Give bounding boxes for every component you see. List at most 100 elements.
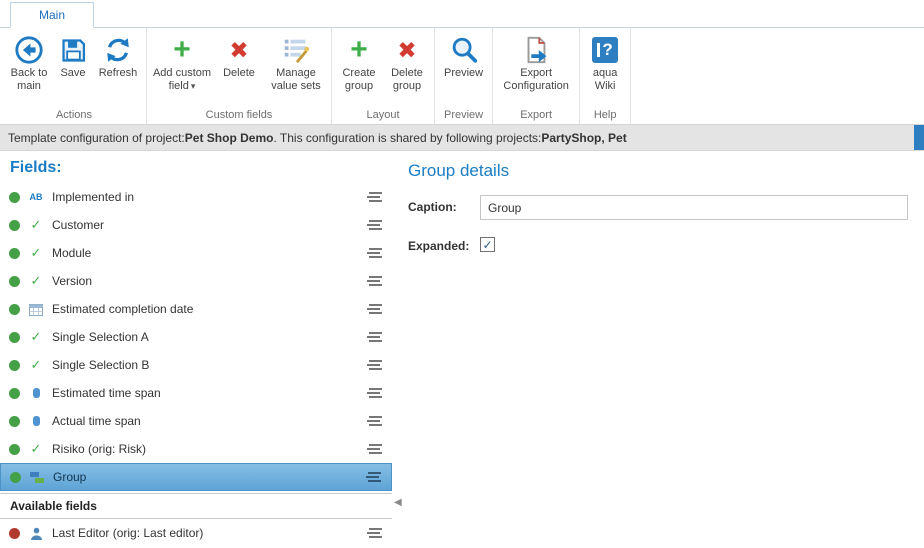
ribbon-group-actions: Back to main Save Refresh Actions	[2, 28, 147, 124]
checkmark-icon: ✓	[28, 357, 44, 373]
drag-handle-icon[interactable]	[367, 191, 382, 203]
field-label: Single Selection B	[52, 358, 149, 372]
drag-handle-icon[interactable]	[367, 415, 382, 427]
status-dot	[10, 472, 21, 483]
info-prefix: Template configuration of project:	[8, 131, 185, 145]
plus-icon: +	[350, 33, 368, 67]
ribbon-group-layout: + Create group ✖ Delete group Layout	[332, 28, 435, 124]
help-question-icon: ?	[592, 33, 618, 67]
field-row-single-selection-a[interactable]: ✓ Single Selection A	[0, 323, 392, 351]
aqua-wiki-label: aqua Wiki	[585, 67, 625, 92]
create-group-label: Create group	[337, 67, 381, 92]
time-span-icon	[28, 416, 44, 426]
add-custom-field-label: Add custom field	[153, 67, 211, 92]
ribbon-group-label-actions: Actions	[5, 107, 143, 124]
fields-panel-title: Fields:	[0, 151, 400, 183]
checkbox-check-icon: ✓	[482, 238, 492, 252]
delete-group-button[interactable]: ✖ Delete group	[383, 30, 431, 95]
group-details-panel: Group details Caption: Expanded: ✓	[400, 151, 924, 545]
expanded-checkbox[interactable]: ✓	[480, 237, 495, 252]
field-label: Implemented in	[52, 190, 134, 204]
delete-group-label: Delete group	[385, 67, 429, 92]
delete-field-label: Delete	[223, 67, 255, 80]
drag-handle-icon[interactable]	[367, 219, 382, 231]
refresh-label: Refresh	[99, 67, 138, 80]
save-button[interactable]: Save	[53, 30, 93, 83]
collapse-panel-icon[interactable]: ◀	[394, 497, 402, 508]
field-row-last-editor[interactable]: Last Editor (orig: Last editor)	[0, 519, 392, 547]
export-configuration-label: Export Configuration	[498, 67, 574, 92]
field-label: Risiko (orig: Risk)	[52, 442, 146, 456]
status-dot	[9, 248, 20, 259]
field-row-actual-time-span[interactable]: Actual time span	[0, 407, 392, 435]
group-icon	[29, 471, 45, 484]
preview-label: Preview	[444, 67, 483, 80]
drag-handle-icon[interactable]	[367, 387, 382, 399]
ribbon-group-export: Export Configuration Export	[493, 28, 580, 124]
ribbon-group-help: ? aqua Wiki Help	[580, 28, 631, 124]
caption-input[interactable]	[480, 195, 908, 220]
ribbon-group-label-export: Export	[496, 107, 576, 124]
caption-form-row: Caption:	[408, 195, 908, 220]
info-middle: . This configuration is shared by follow…	[273, 131, 541, 145]
field-row-single-selection-b[interactable]: ✓ Single Selection B	[0, 351, 392, 379]
field-row-version[interactable]: ✓ Version	[0, 267, 392, 295]
field-row-estimated-time-span[interactable]: Estimated time span	[0, 379, 392, 407]
field-row-risiko[interactable]: ✓ Risiko (orig: Risk)	[0, 435, 392, 463]
status-dot	[9, 304, 20, 315]
field-row-customer[interactable]: ✓ Customer	[0, 211, 392, 239]
add-custom-field-button[interactable]: + Add custom field▾	[150, 30, 214, 95]
ribbon-group-custom-fields: + Add custom field▾ ✖ Delete Manage valu…	[147, 28, 332, 124]
delete-x-icon: ✖	[229, 33, 248, 67]
tab-main[interactable]: Main	[10, 2, 94, 28]
ribbon-group-label-help: Help	[583, 107, 627, 124]
status-dot	[9, 528, 20, 539]
ribbon: Back to main Save Refresh Actions +	[0, 28, 924, 125]
drag-handle-icon[interactable]	[367, 275, 382, 287]
refresh-button[interactable]: Refresh	[93, 30, 143, 83]
drag-handle-icon[interactable]	[367, 303, 382, 315]
drag-handle-icon[interactable]	[367, 359, 382, 371]
checkmark-icon: ✓	[28, 329, 44, 345]
drag-handle-icon[interactable]	[367, 527, 382, 539]
ribbon-tab-bar: Main	[0, 0, 924, 28]
status-dot	[9, 276, 20, 287]
checkmark-icon: ✓	[28, 273, 44, 289]
expanded-label: Expanded:	[408, 234, 480, 253]
ribbon-group-label-layout: Layout	[335, 107, 431, 124]
status-dot	[9, 388, 20, 399]
back-to-main-label: Back to main	[7, 67, 51, 92]
person-icon	[28, 527, 44, 540]
drag-handle-icon[interactable]	[367, 331, 382, 343]
preview-button[interactable]: Preview	[439, 30, 489, 83]
manage-value-sets-label: Manage value sets	[266, 67, 326, 92]
back-to-main-button[interactable]: Back to main	[5, 30, 53, 95]
field-row-module[interactable]: ✓ Module	[0, 239, 392, 267]
field-row-group-selected[interactable]: Group	[0, 463, 392, 491]
field-label: Last Editor (orig: Last editor)	[52, 526, 203, 540]
create-group-button[interactable]: + Create group	[335, 30, 383, 95]
delete-field-button[interactable]: ✖ Delete	[214, 30, 264, 83]
magnifier-icon	[449, 33, 479, 67]
caption-label: Caption:	[408, 195, 480, 214]
drag-handle-icon[interactable]	[367, 247, 382, 259]
manage-value-sets-button[interactable]: Manage value sets	[264, 30, 328, 95]
status-dot	[9, 444, 20, 455]
field-row-estimated-completion-date[interactable]: Estimated completion date	[0, 295, 392, 323]
ribbon-group-preview: Preview Preview	[435, 28, 493, 124]
drag-handle-icon[interactable]	[366, 471, 381, 483]
field-row-implemented-in[interactable]: AB Implemented in	[0, 183, 392, 211]
refresh-icon	[103, 33, 133, 67]
aqua-wiki-button[interactable]: ? aqua Wiki	[583, 30, 627, 95]
checkmark-icon: ✓	[28, 245, 44, 261]
infobar-accent-block	[914, 125, 924, 150]
export-document-icon	[521, 33, 551, 67]
value-sets-list-icon	[281, 33, 311, 67]
export-configuration-button[interactable]: Export Configuration	[496, 30, 576, 95]
drag-handle-icon[interactable]	[367, 443, 382, 455]
ribbon-group-label-preview: Preview	[438, 107, 489, 124]
calendar-icon	[28, 303, 44, 316]
field-label: Version	[52, 274, 92, 288]
status-dot	[9, 332, 20, 343]
status-dot	[9, 360, 20, 371]
